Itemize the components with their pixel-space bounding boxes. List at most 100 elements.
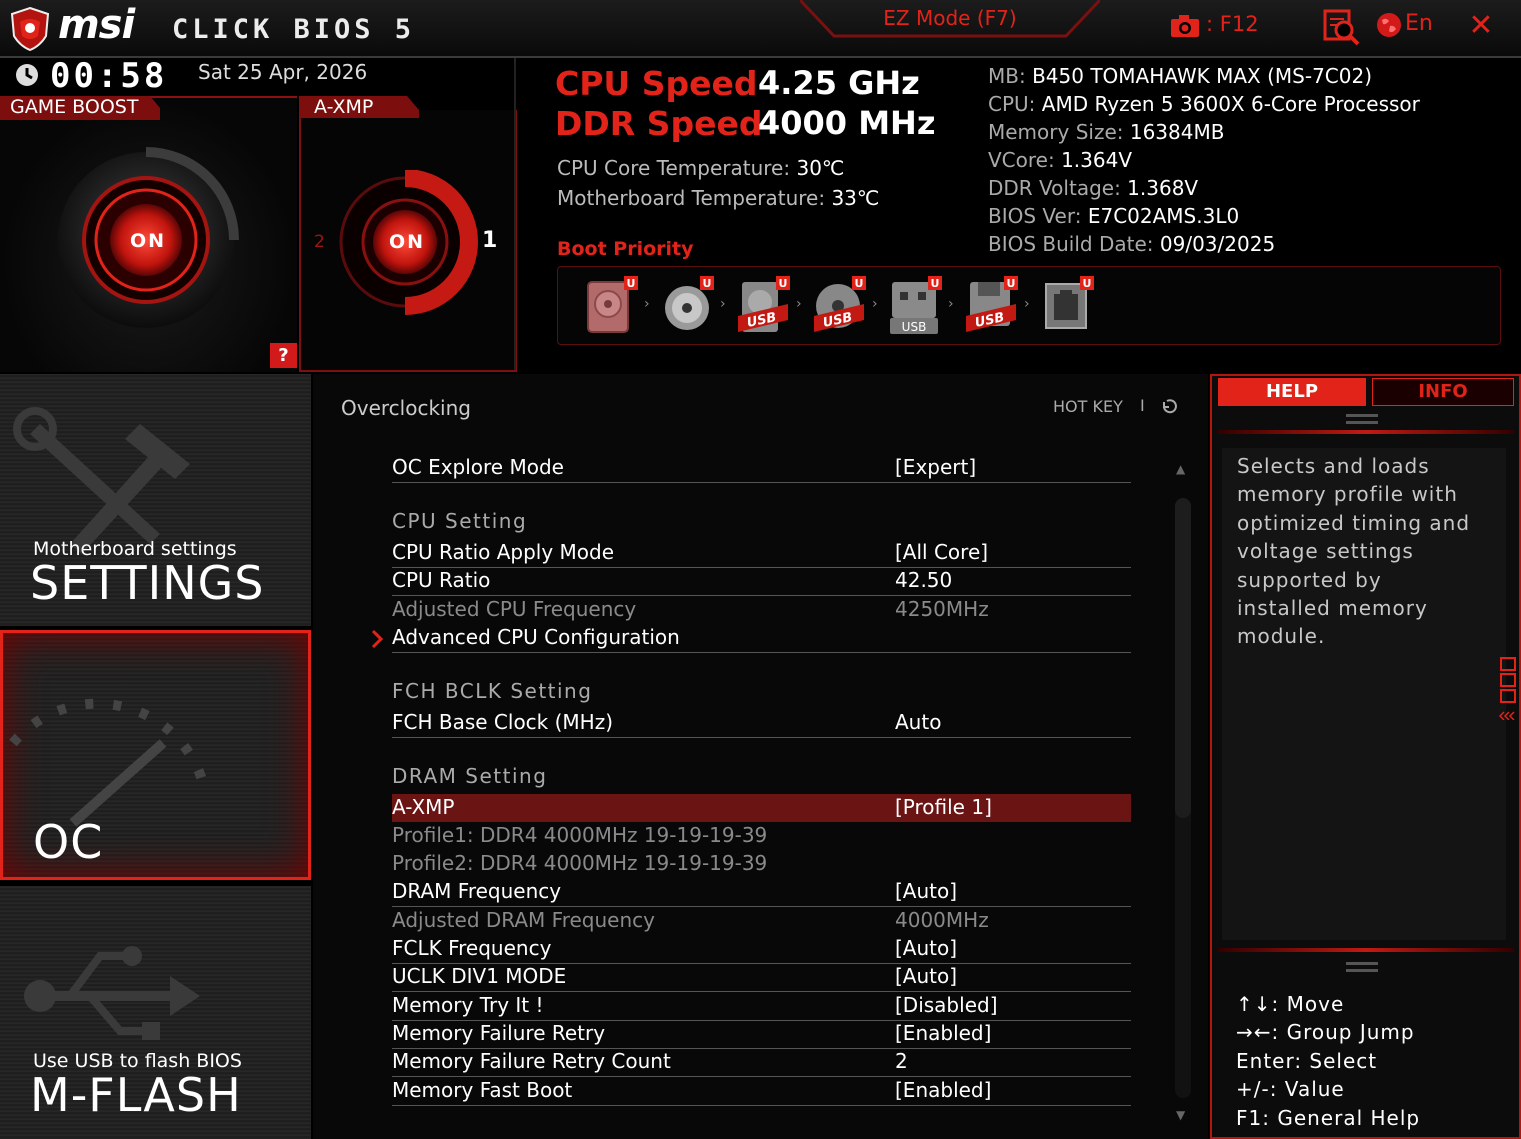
- ez-mode-button[interactable]: EZ Mode (F7): [800, 6, 1100, 30]
- setting-row-fch-base-clock[interactable]: FCH Base Clock (MHz) Auto: [392, 709, 1131, 738]
- usb-key-icon[interactable]: USB U: [888, 276, 942, 336]
- sysinfo-label: VCore:: [988, 148, 1055, 172]
- sysinfo-value: 16384MB: [1129, 120, 1225, 144]
- setting-row-oc-explore-mode[interactable]: OC Explore Mode [Expert]: [392, 454, 1131, 483]
- key-legend: ↑↓: Move →←: Group Jump Enter: Select +/…: [1236, 990, 1420, 1132]
- network-icon[interactable]: U: [1040, 276, 1094, 336]
- msi-shield-logo-icon: [10, 6, 50, 52]
- key-legend-group-jump: →←: Group Jump: [1236, 1020, 1415, 1045]
- nav-oc[interactable]: OC: [0, 630, 311, 880]
- setting-value: 42.50: [895, 568, 953, 592]
- usb-floppy-icon[interactable]: USB U: [964, 276, 1018, 336]
- boot-arrow: ›: [948, 296, 954, 312]
- section-header-fch-bclk: FCH BCLK Setting: [392, 678, 1131, 706]
- optical-disc-icon[interactable]: U: [660, 276, 714, 336]
- setting-label: Profile2: DDR4 4000MHz 19-19-19-39: [392, 851, 768, 875]
- setting-value: 4000MHz: [895, 908, 989, 932]
- svg-text:U: U: [1007, 277, 1016, 290]
- setting-row-axmp[interactable]: A-XMP [Profile 1]: [392, 794, 1131, 822]
- grip-handle[interactable]: [1346, 969, 1378, 972]
- sysinfo-vcore: VCore: 1.364V: [988, 148, 1132, 172]
- nav-mflash[interactable]: Use USB to flash BIOS M-FLASH: [0, 886, 311, 1139]
- chevron-right-icon: [371, 629, 384, 649]
- setting-value: [Auto]: [895, 964, 958, 988]
- globe-icon[interactable]: [1376, 12, 1402, 38]
- setting-label: Adjusted CPU Frequency: [392, 597, 637, 621]
- date-label: Sat 25 Apr, 2026: [198, 60, 368, 84]
- setting-row-advanced-cpu-configuration[interactable]: Advanced CPU Configuration: [392, 624, 1131, 653]
- back-icon[interactable]: [1160, 398, 1178, 416]
- nav-settings-title: SETTINGS: [30, 556, 265, 610]
- nav-settings[interactable]: Motherboard settings SETTINGS: [0, 374, 311, 626]
- setting-row-uclk-div1-mode[interactable]: UCLK DIV1 MODE [Auto]: [392, 963, 1131, 992]
- usb-hdd-icon[interactable]: USB U: [736, 276, 790, 336]
- sysinfo-memory: Memory Size: 16384MB: [988, 120, 1224, 144]
- setting-label: Memory Failure Retry: [392, 1021, 606, 1045]
- usb-cd-icon[interactable]: USB U: [812, 276, 866, 336]
- setting-row-dram-frequency[interactable]: DRAM Frequency [Auto]: [392, 878, 1131, 907]
- grip-handle[interactable]: [1346, 414, 1378, 417]
- panel-collapse-icon[interactable]: [1499, 656, 1517, 720]
- grip-handle[interactable]: [1346, 421, 1378, 424]
- setting-label: FCH Base Clock (MHz): [392, 710, 614, 734]
- setting-value: [Enabled]: [895, 1078, 992, 1102]
- axmp-profile-1[interactable]: 1: [482, 228, 497, 253]
- cpu-temp-label: CPU Core Temperature:: [557, 156, 791, 180]
- setting-value: 2: [895, 1049, 908, 1073]
- tab-help[interactable]: HELP: [1218, 378, 1366, 406]
- setting-row-memory-fast-boot[interactable]: Memory Fast Boot [Enabled]: [392, 1077, 1131, 1106]
- tab-info[interactable]: INFO: [1372, 378, 1514, 406]
- setting-value: [Auto]: [895, 936, 958, 960]
- sysinfo-value: B450 TOMAHAWK MAX (MS-7C02): [1032, 64, 1373, 88]
- svg-text:U: U: [627, 277, 636, 290]
- grip-handle[interactable]: [1346, 962, 1378, 965]
- nav-oc-title: OC: [33, 815, 104, 869]
- section-label: DRAM Setting: [392, 764, 548, 788]
- msi-logo: msi: [58, 2, 135, 48]
- cpu-temp-value: 30℃: [796, 156, 845, 180]
- setting-row-adjusted-cpu-frequency: Adjusted CPU Frequency 4250MHz: [392, 596, 1131, 624]
- game-boost-state: ON: [130, 230, 167, 252]
- boot-arrow: ›: [796, 296, 802, 312]
- svg-text:USB: USB: [902, 320, 927, 334]
- svg-text:U: U: [931, 277, 940, 290]
- setting-label: A-XMP: [392, 795, 455, 819]
- axmp-profile-2[interactable]: 2: [314, 232, 325, 252]
- hotkey-label[interactable]: HOT KEY: [1053, 397, 1123, 416]
- setting-row-cpu-ratio-apply-mode[interactable]: CPU Ratio Apply Mode [All Core]: [392, 539, 1131, 568]
- usb-icon: [24, 946, 200, 1040]
- screenshot-hotkey[interactable]: : F12: [1206, 12, 1259, 36]
- scroll-down-arrow-icon[interactable]: ▼: [1176, 1108, 1185, 1122]
- sysinfo-value: AMD Ryzen 5 3600X 6-Core Processor: [1041, 92, 1420, 116]
- scroll-up-arrow-icon[interactable]: ▲: [1176, 462, 1185, 476]
- help-question-button[interactable]: ?: [270, 343, 297, 368]
- setting-row-memory-try-it[interactable]: Memory Try It ! [Disabled]: [392, 992, 1131, 1021]
- boot-arrow: ›: [720, 296, 726, 312]
- setting-label: Memory Failure Retry Count: [392, 1049, 671, 1073]
- sysinfo-label: BIOS Build Date:: [988, 232, 1154, 256]
- cpu-speed-value: 4.25 GHz: [758, 64, 920, 102]
- scrollbar-thumb[interactable]: [1175, 498, 1191, 818]
- sysinfo-mb: MB: B450 TOMAHAWK MAX (MS-7C02): [988, 64, 1372, 88]
- hdd-icon[interactable]: U: [584, 276, 638, 336]
- section-label: FCH BCLK Setting: [392, 679, 593, 703]
- language-selector[interactable]: En: [1405, 11, 1433, 36]
- key-legend-move: ↑↓: Move: [1236, 992, 1345, 1016]
- sysinfo-label: MB:: [988, 64, 1026, 88]
- nav-mflash-title: M-FLASH: [30, 1068, 242, 1122]
- setting-row-memory-failure-retry[interactable]: Memory Failure Retry [Enabled]: [392, 1020, 1131, 1049]
- setting-row-fclk-frequency[interactable]: FCLK Frequency [Auto]: [392, 935, 1131, 964]
- camera-icon[interactable]: [1170, 14, 1200, 38]
- setting-row-profile2: Profile2: DDR4 4000MHz 19-19-19-39: [392, 850, 1131, 878]
- sysinfo-bios-ver: BIOS Ver: E7C02AMS.3L0: [988, 204, 1239, 228]
- page-title: Overclocking: [341, 396, 471, 420]
- close-button[interactable]: ✕: [1466, 8, 1496, 43]
- setting-label: DRAM Frequency: [392, 879, 562, 903]
- sysinfo-bios-date: BIOS Build Date: 09/03/2025: [988, 232, 1275, 256]
- status-divider: [514, 58, 516, 370]
- setting-row-cpu-ratio[interactable]: CPU Ratio 42.50: [392, 567, 1131, 596]
- help-divider-top: [1218, 430, 1514, 434]
- clock-time: 00:58: [50, 56, 168, 96]
- setting-row-memory-failure-retry-count[interactable]: Memory Failure Retry Count 2: [392, 1048, 1131, 1077]
- search-icon[interactable]: [1322, 8, 1360, 46]
